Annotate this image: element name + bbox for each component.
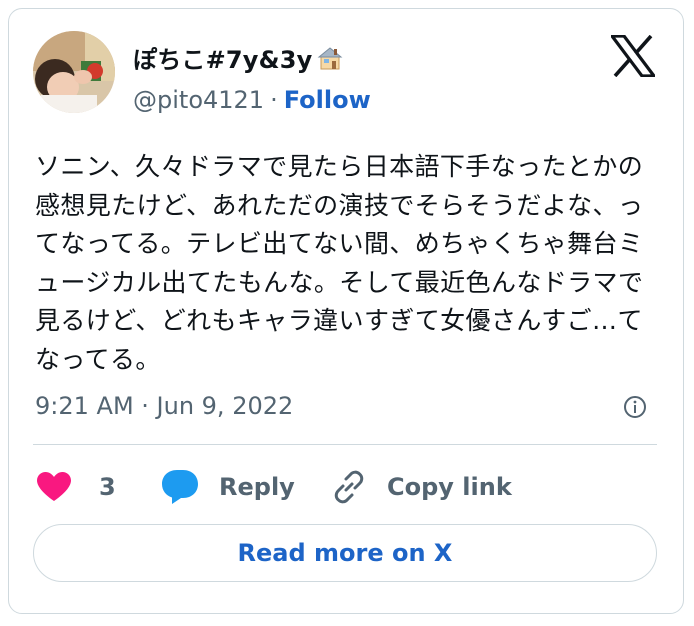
x-logo-icon[interactable] xyxy=(611,35,655,77)
tweet-card: ぽちこ#7y&3y @pito4121 · Follow ソニン、久々ドラマで見たら… xyxy=(8,8,684,614)
house-icon xyxy=(317,45,343,78)
tweet-text: ソニン、久々ドラマで見たら日本語下手なったとかの感想見たけど、あれただの演技でそ… xyxy=(35,152,644,374)
user-handle[interactable]: @pito4121 xyxy=(133,86,264,114)
display-name[interactable]: ぽちこ#7y&3y xyxy=(133,45,343,78)
link-icon xyxy=(334,470,364,504)
avatar[interactable] xyxy=(33,31,115,113)
read-more-label: Read more on X xyxy=(237,539,453,567)
avatar-photo xyxy=(33,31,115,113)
heart-icon xyxy=(37,472,71,501)
separator-dot: · xyxy=(270,86,278,114)
divider xyxy=(33,444,657,445)
like-button[interactable]: 3 xyxy=(37,467,116,507)
handle-line: @pito4121 · Follow xyxy=(133,85,371,115)
reply-bubble-icon xyxy=(162,470,198,504)
tweet-timestamp[interactable]: 9:21 AM · Jun 9, 2022 xyxy=(35,391,293,421)
info-icon[interactable] xyxy=(623,395,647,419)
like-count: 3 xyxy=(99,473,116,501)
reply-label: Reply xyxy=(219,473,295,501)
read-more-button[interactable]: Read more on X xyxy=(33,524,657,582)
copy-link-label: Copy link xyxy=(387,473,512,501)
copy-link-button[interactable]: Copy link xyxy=(331,467,512,507)
reply-button[interactable]: Reply xyxy=(161,467,295,507)
display-name-text: ぽちこ#7y&3y xyxy=(133,46,313,74)
follow-link[interactable]: Follow xyxy=(284,86,371,114)
tweet-actions: 3 Reply Copy link xyxy=(33,467,663,507)
